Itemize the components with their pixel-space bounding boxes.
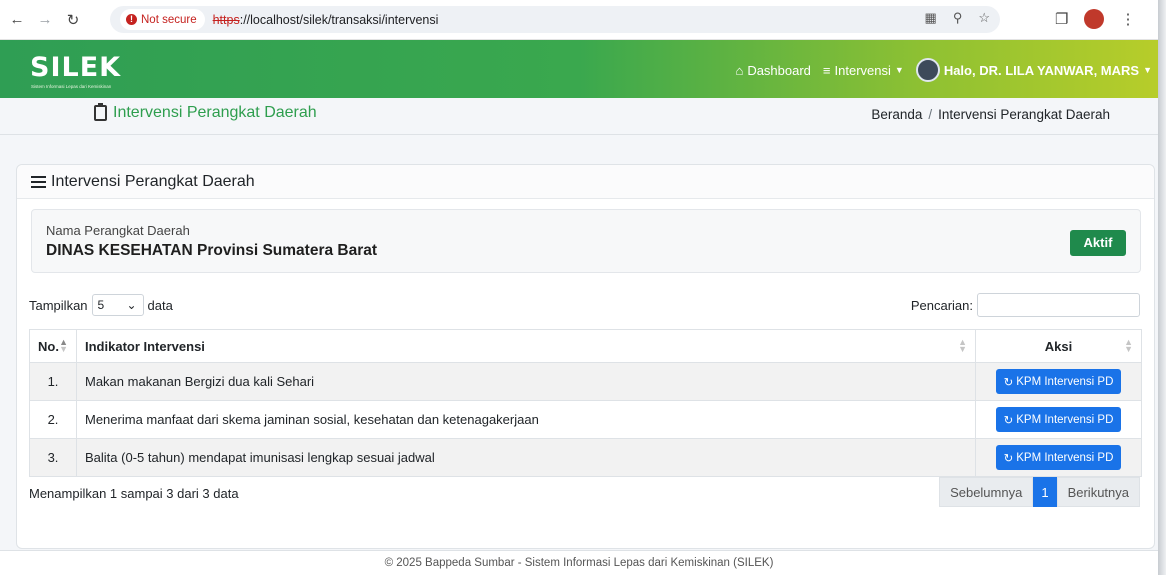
warning-icon: ! <box>126 14 137 25</box>
page-title: Intervensi Perangkat Daerah <box>94 103 317 122</box>
length-suffix: data <box>147 297 173 313</box>
pagination-page[interactable]: 1 <box>1033 477 1057 507</box>
omnibox-actions: ▦ ⚲ ☆ <box>925 10 990 26</box>
cell-indikator: Makan makanan Bergizi dua kali Sehari <box>76 362 976 401</box>
browser-window: ← → ↻ ! Not secure https://localhost/sil… <box>0 0 1158 575</box>
app-logo[interactable]: SILEK <box>30 52 121 83</box>
pagination-next[interactable]: Berikutnya <box>1056 477 1140 507</box>
page-title-text: Intervensi Perangkat Daerah <box>113 104 317 121</box>
window-shadow <box>1158 0 1166 575</box>
chevron-down-icon: ⌄ <box>126 298 137 312</box>
page-header: Intervensi Perangkat Daerah Beranda / Inte… <box>0 98 1158 135</box>
kpm-button-label: KPM Intervensi PD <box>1016 413 1114 426</box>
table-header-row: No. ▲ ▼ Indikator Intervensi ▲ ▼ Aksi ▲ ▼ <box>29 329 1142 363</box>
address-bar[interactable]: ! Not secure https://localhost/silek/tra… <box>110 6 1000 33</box>
nav-dashboard[interactable]: ⌂ Dashboard <box>735 63 810 78</box>
nav-intervensi-label: Intervensi <box>834 62 891 78</box>
browser-actions: ❐ ⋮ <box>1055 9 1135 29</box>
extensions-icon[interactable]: ❐ <box>1055 10 1068 28</box>
table-row: 2. Menerima manfaat dari skema jaminan s… <box>29 400 1142 439</box>
length-prefix: Tampilkan <box>29 297 88 313</box>
profile-avatar[interactable] <box>1084 9 1105 29</box>
status-badge: Aktif <box>1070 230 1126 256</box>
translate-icon[interactable]: ▦ <box>925 10 937 26</box>
not-secure-label: Not secure <box>141 13 197 26</box>
search-input[interactable] <box>977 293 1140 317</box>
table-row: 1. Makan makanan Bergizi dua kali Sehari… <box>29 362 1142 401</box>
sort-icon: ▲ ▼ <box>59 337 68 354</box>
breadcrumb-separator: / <box>928 107 933 122</box>
zoom-icon[interactable]: ⚲ <box>953 10 963 26</box>
card-header: Intervensi Perangkat Daerah <box>17 165 1154 199</box>
cell-no: 1. <box>29 362 77 401</box>
home-icon: ⌂ <box>735 62 744 78</box>
col-header-indikator-label: Indikator Intervensi <box>85 338 205 354</box>
col-header-aksi-label: Aksi <box>1044 338 1073 354</box>
caret-down-icon: ▼ <box>894 65 904 75</box>
cell-no: 2. <box>29 400 77 439</box>
cell-no: 3. <box>29 438 77 477</box>
app-navbar: SILEK Sistem Informasi Lepas dari Kemisk… <box>0 40 1158 98</box>
table-row: 3. Balita (0-5 tahun) mendapat imunisasi… <box>29 438 1142 477</box>
cell-indikator: Menerima manfaat dari skema jaminan sosi… <box>76 400 976 439</box>
forward-icon[interactable]: → <box>34 9 56 31</box>
list-icon: ≡ <box>822 62 831 78</box>
sort-icon: ▲ ▼ <box>1124 337 1133 354</box>
search-control: Pencarian: <box>911 293 1140 317</box>
length-value: 5 <box>97 298 105 312</box>
search-label: Pencarian: <box>910 297 973 313</box>
sort-icon: ▲ ▼ <box>958 337 967 354</box>
page-footer: © 2025 Bappeda Sumbar - Sistem Informasi… <box>0 550 1158 575</box>
sync-icon: ↻ <box>1003 452 1014 465</box>
list-ul-icon <box>31 175 46 188</box>
bookmark-star-icon[interactable]: ☆ <box>978 10 990 26</box>
sync-icon: ↻ <box>1003 376 1014 389</box>
breadcrumb-home[interactable]: Beranda <box>871 107 922 122</box>
info-value: DINAS KESEHATAN Provinsi Sumatera Barat <box>46 242 378 259</box>
kpm-intervensi-button[interactable]: ↻ KPM Intervensi PD <box>995 407 1122 432</box>
table-info: Menampilkan 1 sampai 3 dari 3 data <box>29 486 239 501</box>
card-title: Intervensi Perangkat Daerah <box>51 172 255 190</box>
col-header-aksi[interactable]: Aksi ▲ ▼ <box>975 329 1142 363</box>
sync-icon: ↻ <box>1003 414 1014 427</box>
page-length-select[interactable]: 5 ⌄ <box>91 294 144 316</box>
reload-icon[interactable]: ↻ <box>62 9 84 31</box>
info-label: Nama Perangkat Daerah <box>46 223 190 238</box>
nav-dashboard-label: Dashboard <box>747 62 811 78</box>
clipboard-icon <box>94 103 107 121</box>
kpm-button-label: KPM Intervensi PD <box>1016 451 1114 464</box>
menu-kebab-icon[interactable]: ⋮ <box>1120 10 1135 28</box>
col-header-no-label: No. <box>38 338 59 354</box>
url-path: ://localhost/silek/transaksi/intervensi <box>239 12 439 27</box>
kpm-intervensi-button[interactable]: ↻ KPM Intervensi PD <box>995 445 1122 470</box>
not-secure-badge[interactable]: ! Not secure <box>120 9 205 30</box>
url-scheme: https <box>212 12 240 27</box>
cell-aksi: ↻ KPM Intervensi PD <box>975 362 1142 401</box>
cell-aksi: ↻ KPM Intervensi PD <box>975 400 1142 439</box>
user-greeting: Halo, DR. LILA YANWAR, MARS <box>943 62 1140 78</box>
pagination-prev[interactable]: Sebelumnya <box>939 477 1034 507</box>
pagination: Sebelumnya 1 Berikutnya <box>939 477 1140 507</box>
col-header-indikator[interactable]: Indikator Intervensi ▲ ▼ <box>76 329 976 363</box>
back-icon[interactable]: ← <box>6 9 28 31</box>
col-header-no[interactable]: No. ▲ ▼ <box>29 329 77 363</box>
browser-toolbar: ← → ↻ ! Not secure https://localhost/sil… <box>0 0 1158 40</box>
navbar-menu: ⌂ Dashboard ≡ Intervensi ▼ Halo, DR. LIL… <box>735 58 1152 82</box>
user-menu-dropdown[interactable]: Halo, DR. LILA YANWAR, MARS ▼ <box>915 58 1152 82</box>
kpm-intervensi-button[interactable]: ↻ KPM Intervensi PD <box>995 369 1122 394</box>
url-text[interactable]: https://localhost/silek/transaksi/interv… <box>213 13 439 27</box>
breadcrumb: Beranda / Intervensi Perangkat Daerah <box>871 107 1110 122</box>
app-logo-subtitle: Sistem Informasi Lepas dari Kemiskinan <box>31 84 112 89</box>
breadcrumb-current: Intervensi Perangkat Daerah <box>938 107 1110 122</box>
nav-intervensi-dropdown[interactable]: ≡ Intervensi ▼ <box>823 63 904 78</box>
cell-aksi: ↻ KPM Intervensi PD <box>975 438 1142 477</box>
caret-down-icon: ▼ <box>1143 65 1152 75</box>
page-length-control: Tampilkan 5 ⌄ data <box>29 294 173 316</box>
cell-indikator: Balita (0-5 tahun) mendapat imunisasi le… <box>76 438 976 477</box>
intervensi-card: Intervensi Perangkat Daerah Nama Perangk… <box>16 164 1155 549</box>
kpm-button-label: KPM Intervensi PD <box>1016 375 1114 388</box>
user-avatar <box>915 58 940 82</box>
perangkat-daerah-info: Nama Perangkat Daerah DINAS KESEHATAN Pr… <box>31 209 1141 273</box>
intervensi-table: No. ▲ ▼ Indikator Intervensi ▲ ▼ Aksi ▲ ▼ 1. M… <box>29 329 1142 477</box>
